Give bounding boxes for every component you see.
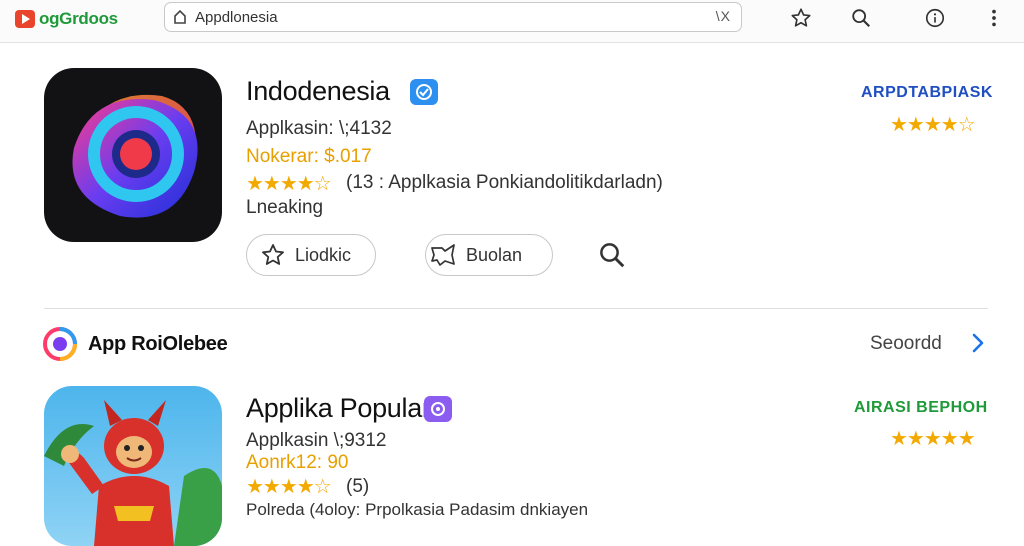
app-title[interactable]: Indodenesia — [246, 76, 390, 107]
app-icon-indodenesia[interactable] — [44, 68, 222, 242]
verified-badge-icon — [410, 79, 438, 105]
app2-partial-line: Polreda (4oloy: Prpolkasia Padasim dnkia… — [246, 500, 589, 519]
status-text: Lneaking — [246, 197, 324, 218]
app1-right-label: ARPDTABPIASK — [861, 84, 993, 101]
rating-text: (13 : Applkasia Ponkiandolitikdarladn) — [346, 172, 663, 193]
developer-line: Applkasin: \;4132 — [246, 118, 392, 139]
app2-price-line: Aonrk12: 90 — [246, 452, 349, 473]
home-icon — [174, 9, 186, 24]
share-label: Buolan — [466, 244, 523, 265]
star-bookmark-icon[interactable] — [789, 6, 813, 30]
install-label: Liodkic — [295, 244, 352, 265]
search-icon[interactable] — [849, 6, 873, 30]
hero-character-icon — [44, 400, 222, 546]
logo-text: ogGrdoos — [39, 9, 118, 28]
play-logo-icon — [15, 10, 35, 28]
address-bar[interactable]: \X — [164, 2, 742, 32]
address-input[interactable] — [195, 7, 675, 27]
app-logo[interactable]: ogGrdoos — [15, 7, 118, 31]
app2-right-label: AIRASI BEPHOH — [854, 399, 988, 416]
section-logo-icon — [42, 326, 78, 367]
app2-right-stars: ★★★★★ — [890, 428, 976, 450]
app2-rating-stars: ★★★★☆ — [246, 476, 332, 498]
chevron-right-icon[interactable] — [968, 332, 988, 359]
see-all-link[interactable]: Seoordd — [870, 333, 942, 355]
share-button[interactable]: Buolan — [425, 234, 553, 276]
clear-icon[interactable]: \X — [716, 8, 731, 24]
more-vert-icon[interactable] — [982, 6, 1006, 30]
info-icon[interactable] — [923, 6, 947, 30]
share-icon — [431, 244, 455, 266]
app2-rating-text: (5) — [346, 476, 370, 497]
search-app-icon[interactable] — [597, 240, 627, 275]
star-outline-icon — [262, 244, 284, 265]
swirl-logo-icon — [72, 94, 198, 218]
price-line: Nokerar: $.017 — [246, 146, 372, 167]
app2-badge-icon — [424, 396, 452, 422]
app1-right-stars: ★★★★☆ — [890, 114, 976, 136]
browser-toolbar: ogGrdoos \X — [0, 0, 1024, 43]
app2-title[interactable]: Applika Popular — [246, 393, 431, 424]
install-button[interactable]: Liodkic — [246, 234, 376, 276]
app-icon-applika-popular[interactable] — [44, 386, 222, 546]
section-title: App RoiOlebee — [88, 333, 228, 355]
app2-developer-line: Applkasin \;9312 — [246, 430, 387, 451]
section-divider — [44, 308, 988, 309]
rating-stars: ★★★★☆ — [246, 173, 332, 195]
